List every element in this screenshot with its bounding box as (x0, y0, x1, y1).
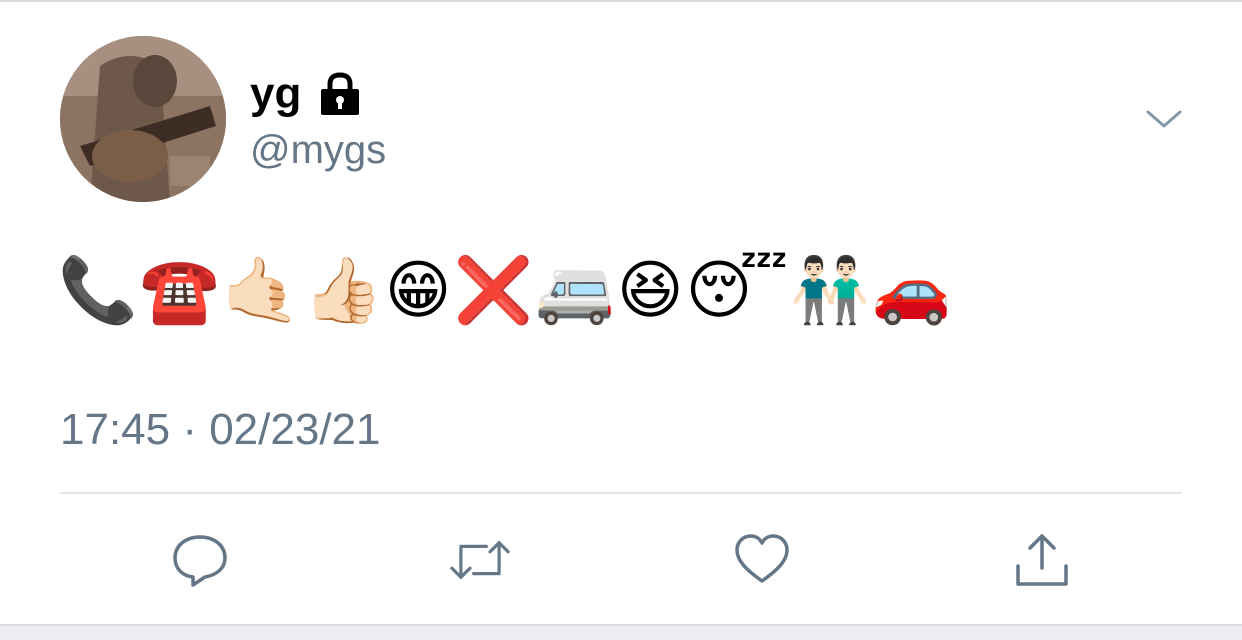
tweet-timestamp[interactable]: 17:45 · 02/23/21 (60, 402, 380, 458)
like-button[interactable] (732, 530, 792, 590)
avatar[interactable] (60, 36, 226, 202)
reply-button[interactable] (170, 530, 230, 590)
retweet-icon (450, 541, 510, 579)
retweet-button[interactable] (450, 530, 510, 590)
divider (60, 492, 1182, 494)
heart-icon (735, 534, 789, 583)
display-name[interactable]: yg (250, 66, 301, 122)
reply-icon (173, 535, 227, 587)
user-handle[interactable]: @mygs (250, 124, 386, 176)
share-button[interactable] (1012, 530, 1072, 590)
user-name-row: yg (250, 66, 363, 122)
lock-icon (321, 72, 360, 115)
chevron-down-icon[interactable] (1144, 104, 1184, 134)
top-border (0, 0, 1242, 2)
tweet-text: 📞☎️🤙🏻👍🏻😁❌🚐😆😴👬🏻🚗 (58, 254, 954, 326)
share-icon (1016, 534, 1068, 586)
